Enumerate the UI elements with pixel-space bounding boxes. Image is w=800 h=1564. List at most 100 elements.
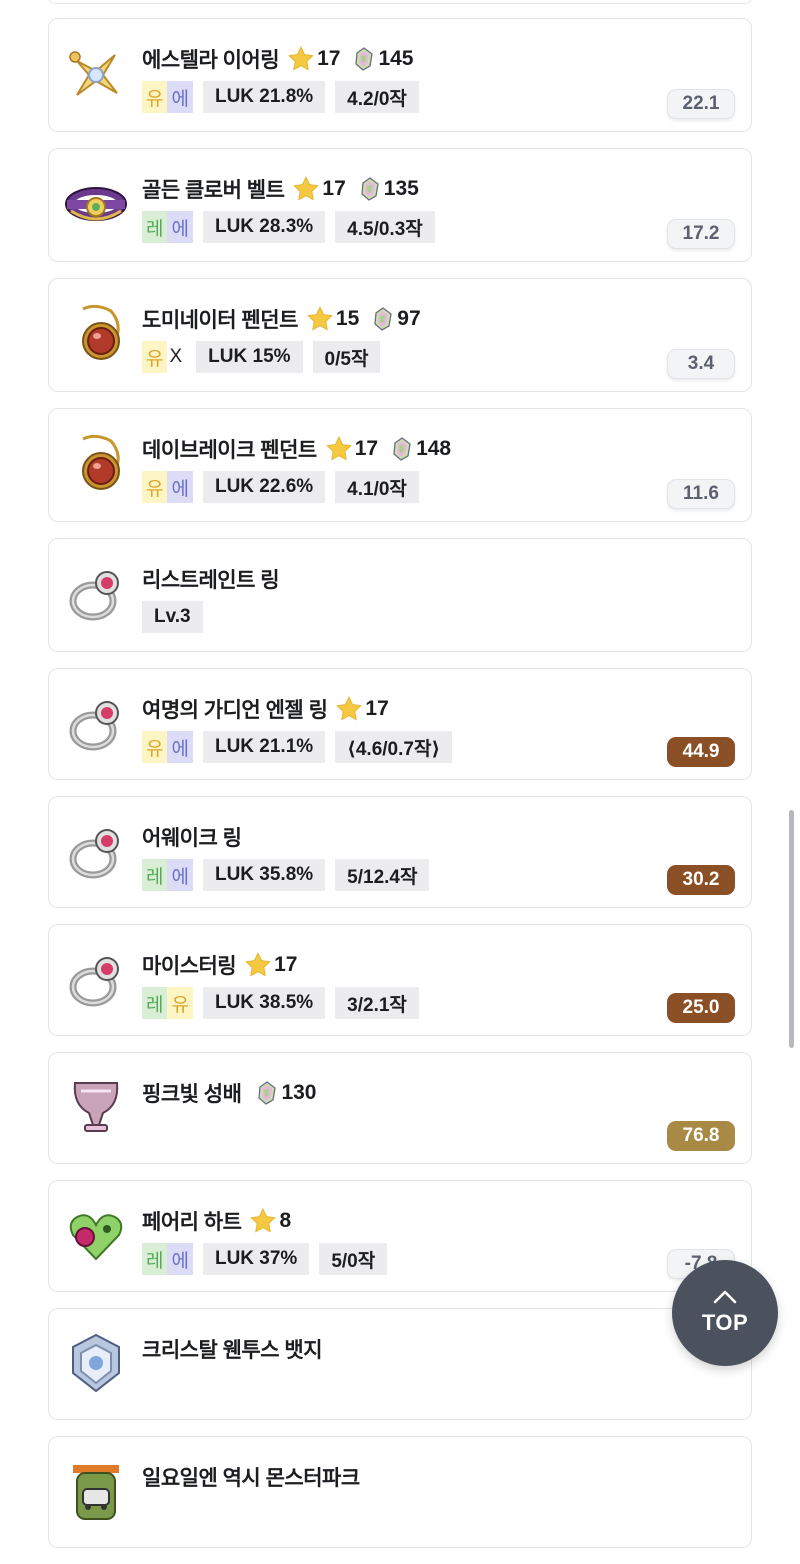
item-title-row: 일요일엔 역시 몬스터파크 xyxy=(142,1461,362,1493)
stat-tag: LUK 15% xyxy=(196,341,303,373)
item-name: 에스텔라 이어링 xyxy=(142,49,280,72)
star-icon xyxy=(250,1208,277,1233)
potential-grade-letter: 레 xyxy=(142,211,168,243)
scroll-tag: 4.5/0.3작 xyxy=(335,211,435,243)
scroll-to-top-button[interactable]: TOP xyxy=(672,1260,778,1366)
starforce-count: 8 xyxy=(279,1209,292,1232)
potential-grade: 레에 xyxy=(142,211,193,243)
item-title-row: 여명의 가디언 엔젤 링 17 xyxy=(142,693,389,725)
soul-gem-icon xyxy=(258,1081,277,1105)
equipment-card[interactable]: 어웨이크 링레 에 LUK 35.8% 5/12.4작 30.2 xyxy=(48,796,752,908)
item-tags: 유 에 LUK 21.1% ⟨4.6/0.7작⟩ xyxy=(142,731,453,763)
starforce: 17 xyxy=(287,45,340,73)
stat-tag: LUK 38.5% xyxy=(202,987,326,1019)
equipment-card[interactable]: 리스트레인트 링 Lv.3 xyxy=(48,538,752,652)
item-title-row: 데이브레이크 펜던트 17 148 xyxy=(142,433,451,465)
item-name: 여명의 가디언 엔젤 링 xyxy=(142,699,328,722)
item-tags: 유 X LUK 15% 0/5작 xyxy=(142,341,381,373)
starforce: 17 xyxy=(335,695,389,723)
equipment-card[interactable]: 데이브레이크 펜던트 17 148 유 에 LUK 22.6% 4.1/0작 11.6 xyxy=(48,408,752,522)
star-icon xyxy=(307,306,333,331)
soul-gem-icon xyxy=(374,307,392,331)
item-name: 핑크빛 성배 xyxy=(142,1083,242,1106)
item-title-row: 크리스탈 웬투스 뱃지 xyxy=(142,1333,324,1365)
scroll-tag: 4.1/0작 xyxy=(335,471,419,503)
scrollbar[interactable] xyxy=(789,810,794,1048)
starforce: 15 xyxy=(306,305,359,333)
score-badge: 76.8 xyxy=(667,1121,735,1151)
previous-card-edge xyxy=(48,0,752,4)
equipment-card[interactable]: 페어리 하트 8 레 에 LUK 37% 5/0작 -7.8 xyxy=(48,1180,752,1292)
score-badge: 30.2 xyxy=(667,865,735,895)
item-name: 크리스탈 웬투스 뱃지 xyxy=(142,1339,323,1362)
star-icon xyxy=(245,952,271,977)
equipment-card[interactable]: 골든 클로버 벨트 17 135 레 에 LUK 28.3% 4.5/0.3작 17.2 xyxy=(48,148,752,262)
soul: 135 xyxy=(352,176,419,202)
soul-value: 145 xyxy=(378,47,414,70)
potential-grade: 레에 xyxy=(142,1243,193,1275)
potential-grade-letter: X xyxy=(169,346,183,367)
equipment-card[interactable]: 크리스탈 웬투스 뱃지 xyxy=(48,1308,752,1420)
belt-icon xyxy=(63,171,129,237)
soul-gem-icon xyxy=(361,177,379,201)
equipment-card[interactable]: 일요일엔 역시 몬스터파크 xyxy=(48,1436,752,1548)
item-name: 페어리 하트 xyxy=(142,1211,242,1234)
item-title-row: 어웨이크 링 xyxy=(142,821,243,853)
ring-icon xyxy=(63,691,129,757)
scroll-tag: 5/0작 xyxy=(319,1243,388,1275)
starforce-count: 17 xyxy=(274,953,298,976)
soul-gem-icon xyxy=(355,47,374,71)
ring-icon xyxy=(63,947,129,1013)
potential-grade: 레에 xyxy=(142,859,193,891)
potential-grade-letter: 유 xyxy=(142,81,168,113)
pendant-icon xyxy=(63,431,129,497)
chevron-up-icon xyxy=(713,1290,737,1304)
stat-tag: LUK 37% xyxy=(202,1243,310,1275)
chalice-icon xyxy=(63,1075,129,1141)
item-title-row: 리스트레인트 링 xyxy=(142,563,281,595)
starforce-count: 17 xyxy=(365,697,389,720)
stat-tag: LUK 35.8% xyxy=(202,859,326,891)
badge-icon xyxy=(63,1331,129,1397)
soul: 130 xyxy=(249,1080,316,1106)
equipment-card[interactable]: 핑크빛 성배 130 76.8 xyxy=(48,1052,752,1164)
score-badge: 22.1 xyxy=(667,89,735,119)
scroll-tag: 5/12.4작 xyxy=(335,859,430,891)
stat-tag: LUK 28.3% xyxy=(202,211,326,243)
item-name: 마이스터링 xyxy=(142,955,237,978)
score-badge: 3.4 xyxy=(667,349,735,379)
star-icon xyxy=(336,696,363,721)
potential-grade-letter: 레 xyxy=(142,859,168,891)
earring-icon xyxy=(63,41,129,107)
scroll-tag: ⟨4.6/0.7작⟩ xyxy=(335,731,453,763)
potential-grade-letter: 레 xyxy=(142,1243,168,1275)
soul-value: 135 xyxy=(383,177,419,200)
equipment-card[interactable]: 에스텔라 이어링 17 145 유 에 LUK 21.8% 4.2/0작 22.1 xyxy=(48,18,752,132)
equipment-list: 에스텔라 이어링 17 145 유 에 LUK 21.8% 4.2/0작 22.1 골든 클로버… xyxy=(48,18,752,1564)
pendant-icon xyxy=(63,301,129,367)
item-title-row: 마이스터링 17 xyxy=(142,949,297,981)
potential-grade: 유X xyxy=(142,341,186,373)
item-tags: Lv.3 xyxy=(142,601,203,633)
starforce: 8 xyxy=(249,1207,291,1235)
equipment-card[interactable]: 마이스터링 17 레 유 LUK 38.5% 3/2.1작 25.0 xyxy=(48,924,752,1036)
starforce-count: 17 xyxy=(322,177,346,200)
item-name: 리스트레인트 링 xyxy=(142,569,280,592)
score-badge: 25.0 xyxy=(667,993,735,1023)
item-name: 일요일엔 역시 몬스터파크 xyxy=(142,1467,360,1490)
equipment-card[interactable]: 도미네이터 펜던트 15 97 유 X LUK 15% 0/5작 3.4 xyxy=(48,278,752,392)
starforce: 17 xyxy=(325,435,378,463)
star-icon xyxy=(288,46,314,71)
potential-grade-letter: 유 xyxy=(142,731,168,763)
potential-grade-letter: 에 xyxy=(167,1243,193,1275)
potential-grade: 레유 xyxy=(142,987,193,1019)
item-title-row: 에스텔라 이어링 17 145 xyxy=(142,43,413,75)
potential-grade-letter: 에 xyxy=(167,731,193,763)
score-badge: 17.2 xyxy=(667,219,735,249)
top-label: TOP xyxy=(701,1310,749,1335)
item-tags: 유 에 LUK 22.6% 4.1/0작 xyxy=(142,471,419,503)
potential-grade-letter: 레 xyxy=(142,987,168,1019)
soul-gem-icon xyxy=(393,437,411,461)
equipment-card[interactable]: 여명의 가디언 엔젤 링 17 유 에 LUK 21.1% ⟨4.6/0.7작⟩ 44.9 xyxy=(48,668,752,780)
soul-value: 130 xyxy=(281,1081,317,1104)
